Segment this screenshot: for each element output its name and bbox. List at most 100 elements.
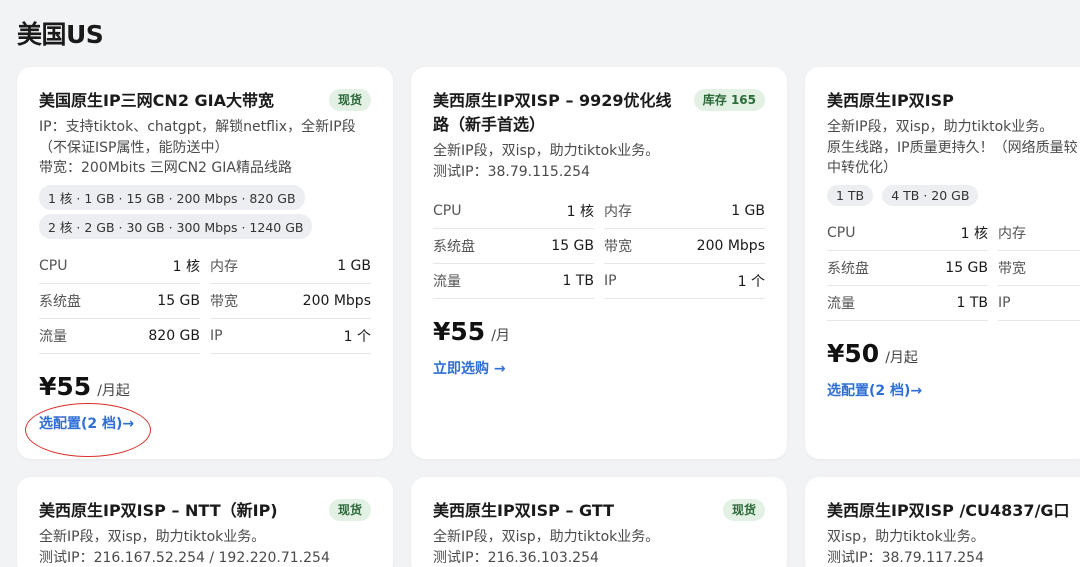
description-line: 全新IP段，双isp，助力tiktok业务。 [39,529,266,545]
spec-label: CPU [39,257,68,274]
stock-badge: 现货 [328,499,371,521]
spec-row: CPU 1 核 [39,249,200,284]
card-description: IP：支持tiktok、chatgpt，解锁netflix，全新IP段 （不保证… [39,117,371,179]
card-title: 美国原生IP三网CN2 GIA大带宽 [39,91,274,110]
spec-row: 流量 820 GB [39,319,200,354]
spec-label: IP [604,273,617,289]
card-title: 美西原生IP双ISP [827,91,954,110]
description-line: 全新IP段，双isp，助力tiktok业务。 [827,119,1054,135]
spec-label: 流量 [827,295,855,312]
spec-table: CPU 1 核 内存 系统盘 15 GB 带宽 流量 1 TB IP [827,216,1080,321]
spec-label: 内存 [210,258,238,275]
spec-value: 1 GB [337,257,371,274]
plan-chip[interactable]: 2 核 · 2 GB · 30 GB · 300 Mbps · 1240 GB [39,213,313,239]
price-line: ¥55 /月 [433,317,765,346]
description-line: IP：支持tiktok、chatgpt，解锁netflix，全新IP段 [39,119,356,135]
product-card: 美西原生IP双ISP – NTT（新IP) 现货 全新IP段，双isp，助力ti… [17,477,393,567]
spec-value: 1 核 [960,225,988,242]
spec-label: 内存 [604,204,632,220]
spec-row: 系统盘 15 GB [827,251,988,286]
description-line: 测试IP：216.167.52.254 / 192.220.71.254 [39,549,330,566]
stock-badge: 现货 [722,499,765,521]
description-line: 带宽：200Mbits 三网CN2 GIA精品线路 [39,160,292,176]
spec-label: CPU [827,224,856,241]
spec-table: CPU 1 核 内存 1 GB 系统盘 15 GB 带宽 200 Mbps 流量 1 TB… [433,194,765,299]
price-unit: /月起 [885,349,918,366]
card-description: 全新IP段，双isp，助力tiktok业务。 测试IP：38.79.115.25… [433,141,765,182]
price: ¥55 [433,317,486,346]
price-unit: /月 [491,328,510,344]
plan-chip[interactable]: 4 TB · 20 GB [882,184,979,206]
plan-chips: 1 核 · 1 GB · 15 GB · 200 Mbps · 820 GB 2… [39,184,371,243]
spec-row: IP 1 个 [210,319,371,354]
spec-row: 内存 1 GB [604,194,765,229]
spec-row: 带宽 [998,251,1080,286]
product-card: 美国原生IP三网CN2 GIA大带宽 现货 IP：支持tiktok、chatgp… [17,67,393,459]
spec-label: 系统盘 [433,239,475,255]
description-line: 测试IP：216.36.103.254 [433,549,599,566]
spec-row: 带宽 200 Mbps [604,229,765,264]
spec-row: 内存 [998,216,1080,251]
choose-config-link[interactable]: 选配置(2 档)→ [827,380,922,400]
description-line: 中转优化） [827,160,897,176]
spec-label: 带宽 [210,293,238,310]
product-card: 美西原生IP双ISP – 9929优化线路（新手首选） 库存 165 全新IP段… [411,67,787,459]
spec-row: IP [998,286,1080,321]
product-card: 美西原生IP双ISP /CU4837/G口 双isp，助力tiktok业务。 测… [805,477,1080,567]
price: ¥50 [827,338,880,368]
spec-value: 820 GB [148,327,200,344]
plan-chip[interactable]: 1 TB [827,184,874,206]
spec-row: 流量 1 TB [433,264,594,299]
spec-value: 15 GB [551,238,594,254]
spec-row: IP 1 个 [604,264,765,299]
spec-value: 1 GB [731,203,765,219]
plan-chips: 1 TB 4 TB · 20 GB [827,184,1080,210]
price: ¥55 [39,371,92,401]
description-line: 测试IP：38.79.117.254 [827,549,984,566]
description-line: 原生线路，IP质量更持久！（网络质量较 [827,139,1078,156]
spec-row: 带宽 200 Mbps [210,284,371,319]
spec-label: 系统盘 [827,260,869,277]
spec-value: 200 Mbps [696,238,765,254]
spec-value: 15 GB [945,259,988,276]
spec-label: 系统盘 [39,293,81,310]
description-line: 测试IP：38.79.115.254 [433,163,590,180]
card-title: 美西原生IP双ISP – NTT（新IP) [39,501,278,520]
spec-value: 1 TB [956,294,988,311]
price-line: ¥50 /月起 [827,339,1080,368]
stock-badge: 库存 165 [693,89,765,111]
card-title: 美西原生IP双ISP – GTT [433,501,615,520]
spec-row: CPU 1 核 [433,194,594,229]
card-title: 美西原生IP双ISP – 9929优化线路（新手首选） [433,91,672,134]
spec-value: 1 个 [737,274,765,290]
spec-value: 1 核 [566,204,594,220]
spec-label: 内存 [998,225,1026,242]
spec-label: CPU [433,203,462,219]
spec-label: 带宽 [604,239,632,255]
page-title: 美国US [17,20,104,49]
spec-value: 200 Mbps [302,292,371,309]
card-description: 全新IP段，双isp，助力tiktok业务。 原生线路，IP质量更持久！（网络质… [827,117,1080,179]
description-line: 全新IP段，双isp，助力tiktok业务。 [433,143,660,159]
product-card: 美西原生IP双ISP 全新IP段，双isp，助力tiktok业务。 原生线路，I… [805,67,1080,459]
card-description: 全新IP段，双isp，助力tiktok业务。 测试IP：216.167.52.2… [39,527,371,567]
spec-row: 系统盘 15 GB [39,284,200,319]
price-unit: /月起 [97,382,130,399]
spec-row: 流量 1 TB [827,286,988,321]
spec-label: 流量 [39,328,67,345]
spec-row: 内存 1 GB [210,249,371,284]
stock-badge: 现货 [328,89,371,111]
spec-row: CPU 1 核 [827,216,988,251]
price-line: ¥55 /月起 [39,372,371,401]
buy-now-link[interactable]: 立即选购 → [433,358,506,378]
spec-label: 流量 [433,274,461,290]
spec-label: 带宽 [998,260,1026,277]
spec-value: 15 GB [157,292,200,309]
product-card: 美西原生IP双ISP – GTT 现货 全新IP段，双isp，助力tiktok业… [411,477,787,567]
description-line: （不保证ISP属性，能防送中） [39,139,229,156]
description-line: 双isp，助力tiktok业务。 [827,529,985,545]
card-title: 美西原生IP双ISP /CU4837/G口 [827,501,1070,520]
spec-value: 1 TB [562,273,594,289]
spec-row: 系统盘 15 GB [433,229,594,264]
plan-chip[interactable]: 1 核 · 1 GB · 15 GB · 200 Mbps · 820 GB [39,184,305,210]
